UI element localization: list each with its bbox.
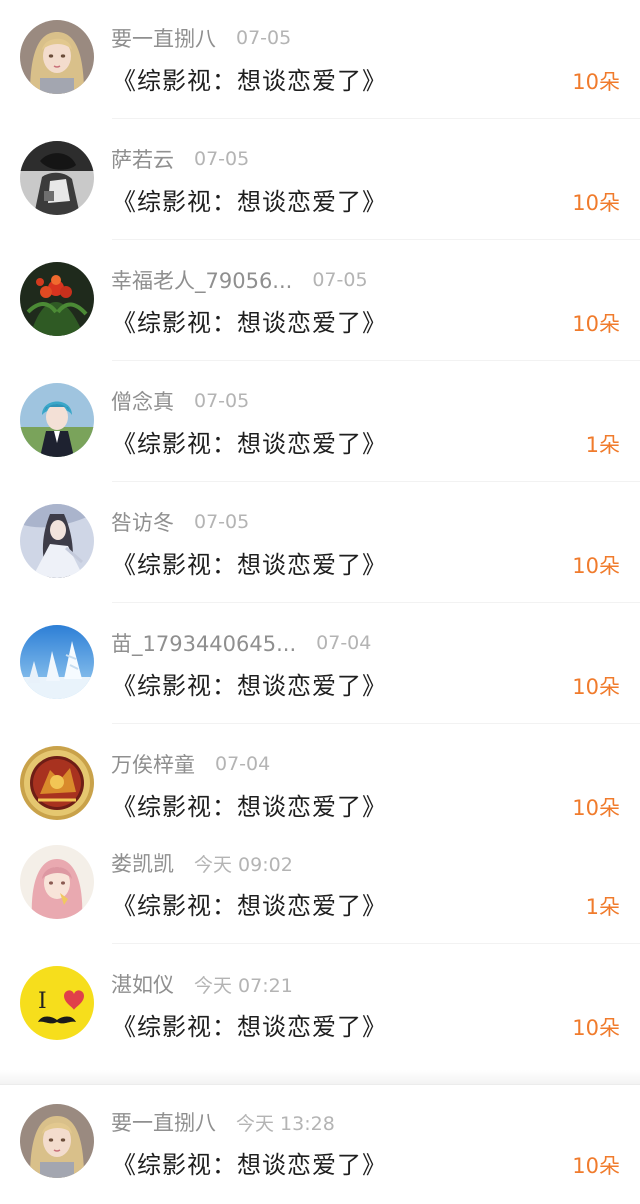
- item-meta: 僧念真 07-05: [111, 386, 249, 416]
- book-title[interactable]: 《综影视：想谈恋爱了》: [112, 61, 387, 96]
- ancient-style-figure-avatar[interactable]: [20, 504, 94, 578]
- date: 07-05: [194, 511, 250, 533]
- divider: [112, 602, 640, 603]
- date: 今天 09:02: [194, 853, 293, 876]
- book-title[interactable]: 《综影视：想谈恋爱了》: [112, 182, 387, 217]
- item-meta: 娄凯凯 今天 09:02: [111, 848, 293, 878]
- username[interactable]: 娄凯凯: [111, 848, 174, 878]
- gift-count: 10朵: [572, 191, 620, 215]
- i-letter: I: [38, 989, 47, 1014]
- book-title[interactable]: 《综影视：想谈恋爱了》: [112, 303, 387, 338]
- book-title[interactable]: 《综影视：想谈恋爱了》: [112, 424, 387, 459]
- list-item[interactable]: 幸福老人_79056... 07-05 《综影视：想谈恋爱了》 10朵: [0, 242, 640, 362]
- anime-girl-avatar[interactable]: [20, 20, 94, 94]
- book-title[interactable]: 《综影视：想谈恋爱了》: [112, 1007, 387, 1042]
- list-item[interactable]: I 湛如仪 今天 07:21 《综影视：想谈恋爱了》 10朵: [0, 946, 640, 1066]
- username[interactable]: 僧念真: [111, 386, 174, 416]
- list-item[interactable]: 萨若云 07-05 《综影视：想谈恋爱了》 10朵: [0, 121, 640, 241]
- username[interactable]: 苗_1793440645...: [111, 628, 296, 658]
- gift-count: 10朵: [572, 312, 620, 336]
- anime-girl-avatar[interactable]: [20, 1104, 94, 1178]
- blue-hair-boy-avatar[interactable]: [20, 383, 94, 457]
- username[interactable]: 要一直捌八: [111, 1107, 216, 1137]
- gift-count: 1朵: [585, 433, 620, 457]
- date: 07-04: [316, 632, 372, 654]
- list-item[interactable]: 要一直捌八 今天 13:28 《综影视：想谈恋爱了》 10朵: [0, 1084, 640, 1204]
- item-meta: 咎访冬 07-05: [111, 507, 249, 537]
- item-meta: 幸福老人_79056... 07-05: [111, 265, 368, 295]
- book-title[interactable]: 《综影视：想谈恋爱了》: [112, 545, 387, 580]
- divider: [112, 360, 640, 361]
- date: 07-05: [194, 390, 250, 412]
- pink-hair-girl-avatar[interactable]: [20, 845, 94, 919]
- date: 07-05: [236, 27, 292, 49]
- divider: [112, 239, 640, 240]
- divider: [112, 943, 640, 944]
- item-meta: 要一直捌八 今天 13:28: [111, 1107, 335, 1137]
- gift-count: 10朵: [572, 554, 620, 578]
- gift-count: 10朵: [572, 796, 620, 820]
- date: 07-05: [194, 148, 250, 170]
- gift-count: 1朵: [585, 895, 620, 919]
- date: 今天 07:21: [194, 974, 293, 997]
- username[interactable]: 湛如仪: [111, 969, 174, 999]
- gift-count: 10朵: [572, 1154, 620, 1178]
- snow-tree-avatar[interactable]: [20, 625, 94, 699]
- list-item[interactable]: 要一直捌八 07-05 《综影视：想谈恋爱了》 10朵: [0, 0, 640, 120]
- book-title[interactable]: 《综影视：想谈恋爱了》: [112, 1145, 387, 1180]
- divider: [112, 481, 640, 482]
- red-flower-avatar[interactable]: [20, 262, 94, 336]
- username[interactable]: 萨若云: [111, 144, 174, 174]
- item-meta: 萨若云 07-05: [111, 144, 249, 174]
- divider: [112, 723, 640, 724]
- list-item[interactable]: 苗_1793440645... 07-04 《综影视：想谈恋爱了》 10朵: [0, 605, 640, 725]
- golden-emblem-avatar[interactable]: [20, 746, 94, 820]
- gift-count: 10朵: [572, 675, 620, 699]
- list-item[interactable]: 咎访冬 07-05 《综影视：想谈恋爱了》 10朵: [0, 484, 640, 604]
- gift-count: 10朵: [572, 70, 620, 94]
- dark-figure-avatar[interactable]: [20, 141, 94, 215]
- item-meta: 要一直捌八 07-05: [111, 23, 291, 53]
- book-title[interactable]: 《综影视：想谈恋爱了》: [112, 666, 387, 701]
- book-title[interactable]: 《综影视：想谈恋爱了》: [112, 787, 387, 822]
- item-meta: 万俟梓童 07-04: [111, 749, 270, 779]
- divider: [112, 118, 640, 119]
- date: 今天 13:28: [236, 1112, 335, 1135]
- list-item[interactable]: 僧念真 07-05 《综影视：想谈恋爱了》 1朵: [0, 363, 640, 483]
- gift-count: 10朵: [572, 1016, 620, 1040]
- username[interactable]: 万俟梓童: [111, 749, 195, 779]
- date: 07-05: [312, 269, 368, 291]
- section-divider: [0, 1070, 640, 1085]
- item-meta: 湛如仪 今天 07:21: [111, 969, 293, 999]
- username[interactable]: 幸福老人_79056...: [111, 265, 292, 295]
- username[interactable]: 要一直捌八: [111, 23, 216, 53]
- i-love-mustache-avatar[interactable]: I: [20, 966, 94, 1040]
- date: 07-04: [215, 753, 271, 775]
- list-item[interactable]: 娄凯凯 今天 09:02 《综影视：想谈恋爱了》 1朵: [0, 825, 640, 945]
- item-meta: 苗_1793440645... 07-04: [111, 628, 371, 658]
- book-title[interactable]: 《综影视：想谈恋爱了》: [112, 886, 387, 921]
- username[interactable]: 咎访冬: [111, 507, 174, 537]
